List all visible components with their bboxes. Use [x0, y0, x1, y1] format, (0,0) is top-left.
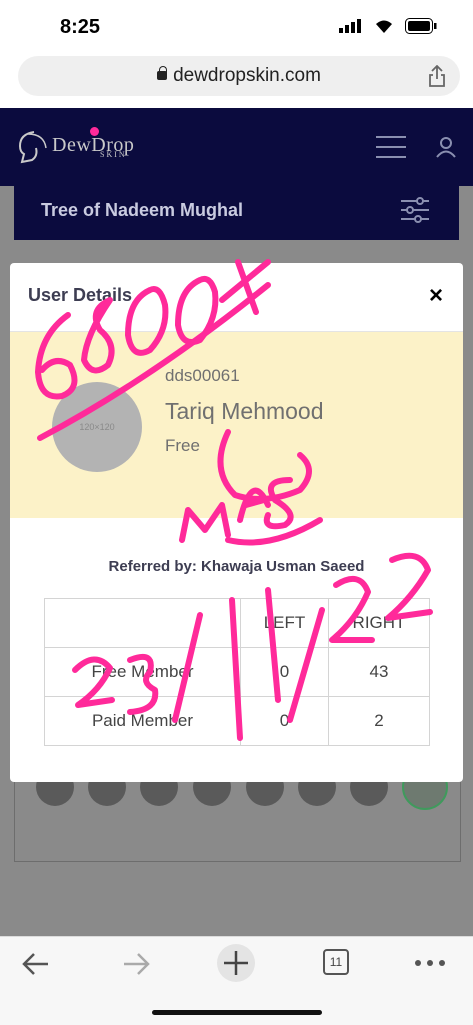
status-bar: 8:25 — [0, 0, 473, 50]
battery-icon — [405, 18, 437, 34]
menu-icon[interactable] — [376, 136, 406, 158]
row-label: Free Member — [44, 647, 241, 697]
modal-title: User Details — [28, 285, 133, 305]
user-details-modal: User Details × 120×120 dds00061 Tariq Me… — [10, 263, 463, 782]
logo-subtext: SKIN — [100, 150, 127, 159]
lock-icon — [157, 66, 168, 80]
face-logo-icon — [18, 131, 47, 164]
tabs-button[interactable]: 11 — [323, 949, 349, 975]
row-right-value: 2 — [328, 696, 430, 746]
profile-section: 120×120 dds00061 Tariq Mehmood Free — [10, 332, 463, 518]
forward-icon[interactable] — [120, 951, 152, 977]
more-icon[interactable] — [414, 959, 446, 967]
home-indicator — [152, 1010, 322, 1015]
close-button[interactable]: × — [429, 282, 443, 310]
modal-header: User Details × — [10, 263, 463, 332]
filter-icon[interactable] — [401, 196, 429, 224]
user-id: dds00061 — [165, 366, 240, 385]
row-label: Paid Member — [44, 696, 241, 746]
signal-icon — [339, 19, 361, 33]
url-bar[interactable]: dewdropskin.com — [18, 56, 460, 96]
row-left-value: 0 — [240, 647, 329, 697]
row-right-value: 43 — [328, 647, 430, 697]
table-row: Free Member 0 43 — [44, 647, 430, 697]
tree-header: Tree of Nadeem Mughal — [14, 186, 459, 240]
row-left-value: 0 — [240, 696, 329, 746]
user-name: Tariq Mehmood — [165, 398, 324, 424]
table-header-cell: RIGHT — [328, 598, 430, 648]
url-text: dewdropskin.com — [173, 65, 321, 86]
wifi-icon — [376, 20, 392, 33]
back-icon[interactable] — [20, 951, 52, 977]
logo-dot — [90, 127, 99, 136]
avatar: 120×120 — [52, 382, 142, 472]
tree-title: Tree of Nadeem Mughal — [41, 200, 244, 220]
table-row: Paid Member 0 2 — [44, 696, 430, 746]
table-header-cell — [44, 598, 241, 648]
new-tab-icon[interactable] — [216, 943, 256, 983]
referred-by: Referred by: Khawaja Usman Saeed — [108, 558, 365, 575]
site-navbar: DewDrop SKIN — [0, 108, 473, 186]
member-table: LEFT RIGHT Free Member 0 43 Paid Member … — [44, 598, 430, 746]
url-display: dewdropskin.com — [18, 65, 460, 87]
user-status: Free — [165, 436, 200, 455]
user-icon[interactable] — [436, 136, 456, 158]
share-icon[interactable] — [428, 65, 446, 87]
table-header-cell: LEFT — [240, 598, 329, 648]
table-header-row: LEFT RIGHT — [44, 598, 430, 648]
status-icons — [339, 18, 437, 34]
clock: 8:25 — [60, 16, 101, 38]
